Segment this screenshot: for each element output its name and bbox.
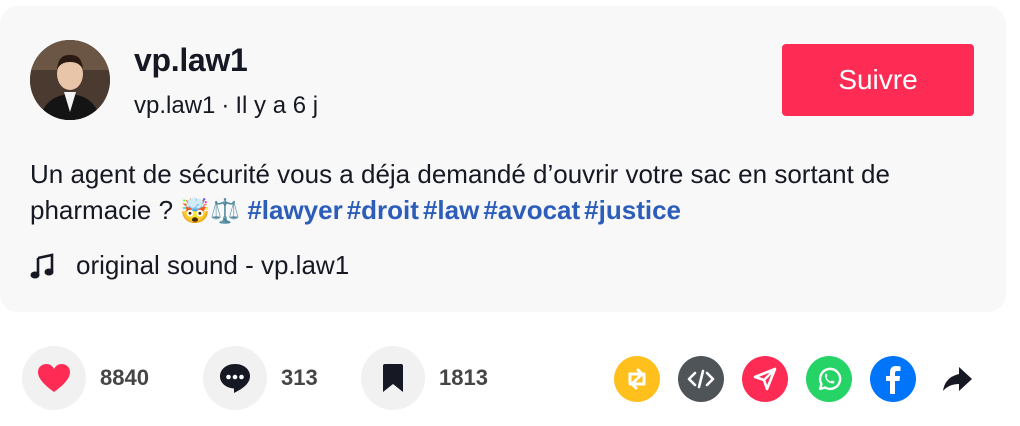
separator: · — [221, 92, 230, 119]
comment-count: 313 — [281, 365, 318, 390]
send-button[interactable] — [742, 356, 788, 402]
handle[interactable]: vp.law1 — [134, 92, 215, 119]
facebook-button[interactable] — [870, 356, 916, 402]
username[interactable]: vp.law1 — [134, 42, 248, 79]
facebook-icon — [886, 366, 901, 394]
sound-link[interactable]: original sound - vp.law1 — [30, 250, 349, 281]
heart-icon — [38, 364, 70, 392]
avatar[interactable] — [30, 40, 110, 120]
save-count: 1813 — [439, 365, 488, 390]
comment-icon — [220, 364, 250, 393]
follow-button[interactable]: Suivre — [782, 44, 974, 116]
music-note-icon — [30, 252, 54, 278]
bookmark-icon — [383, 364, 403, 392]
save-action[interactable]: 1813 — [361, 346, 488, 410]
post-card: vp.law1 vp.law1 · Il y a 6 j Suivre Un age… — [0, 6, 1006, 312]
like-count: 8840 — [100, 365, 149, 390]
hashtag-law[interactable]: #law — [423, 195, 479, 225]
hashtag-lawyer[interactable]: #lawyer — [247, 195, 342, 225]
sound-label: original sound - vp.law1 — [76, 250, 350, 280]
avatar-image — [30, 40, 110, 120]
like-action[interactable]: 8840 — [22, 346, 149, 410]
comment-action[interactable]: 313 — [203, 346, 318, 410]
hashtag-droit[interactable]: #droit — [347, 195, 419, 225]
embed-icon — [687, 369, 715, 389]
user-subline: vp.law1 · Il y a 6 j — [134, 92, 318, 120]
whatsapp-icon — [818, 367, 842, 391]
embed-button[interactable] — [678, 356, 724, 402]
comment-button[interactable] — [203, 346, 267, 410]
hashtag-justice[interactable]: #justice — [584, 195, 681, 225]
share-arrow-icon — [943, 367, 972, 391]
post-description: Un agent de sécurité vous a déja demandé… — [30, 156, 980, 229]
share-more-button[interactable] — [934, 356, 980, 402]
like-button[interactable] — [22, 346, 86, 410]
save-button[interactable] — [361, 346, 425, 410]
description-emojis: 🤯⚖️ — [180, 197, 241, 225]
hashtag-avocat[interactable]: #avocat — [483, 195, 580, 225]
repost-button[interactable] — [614, 356, 660, 402]
send-icon — [753, 367, 777, 391]
whatsapp-button[interactable] — [806, 356, 852, 402]
repost-icon — [628, 368, 646, 390]
time-ago: Il y a 6 j — [235, 92, 319, 119]
